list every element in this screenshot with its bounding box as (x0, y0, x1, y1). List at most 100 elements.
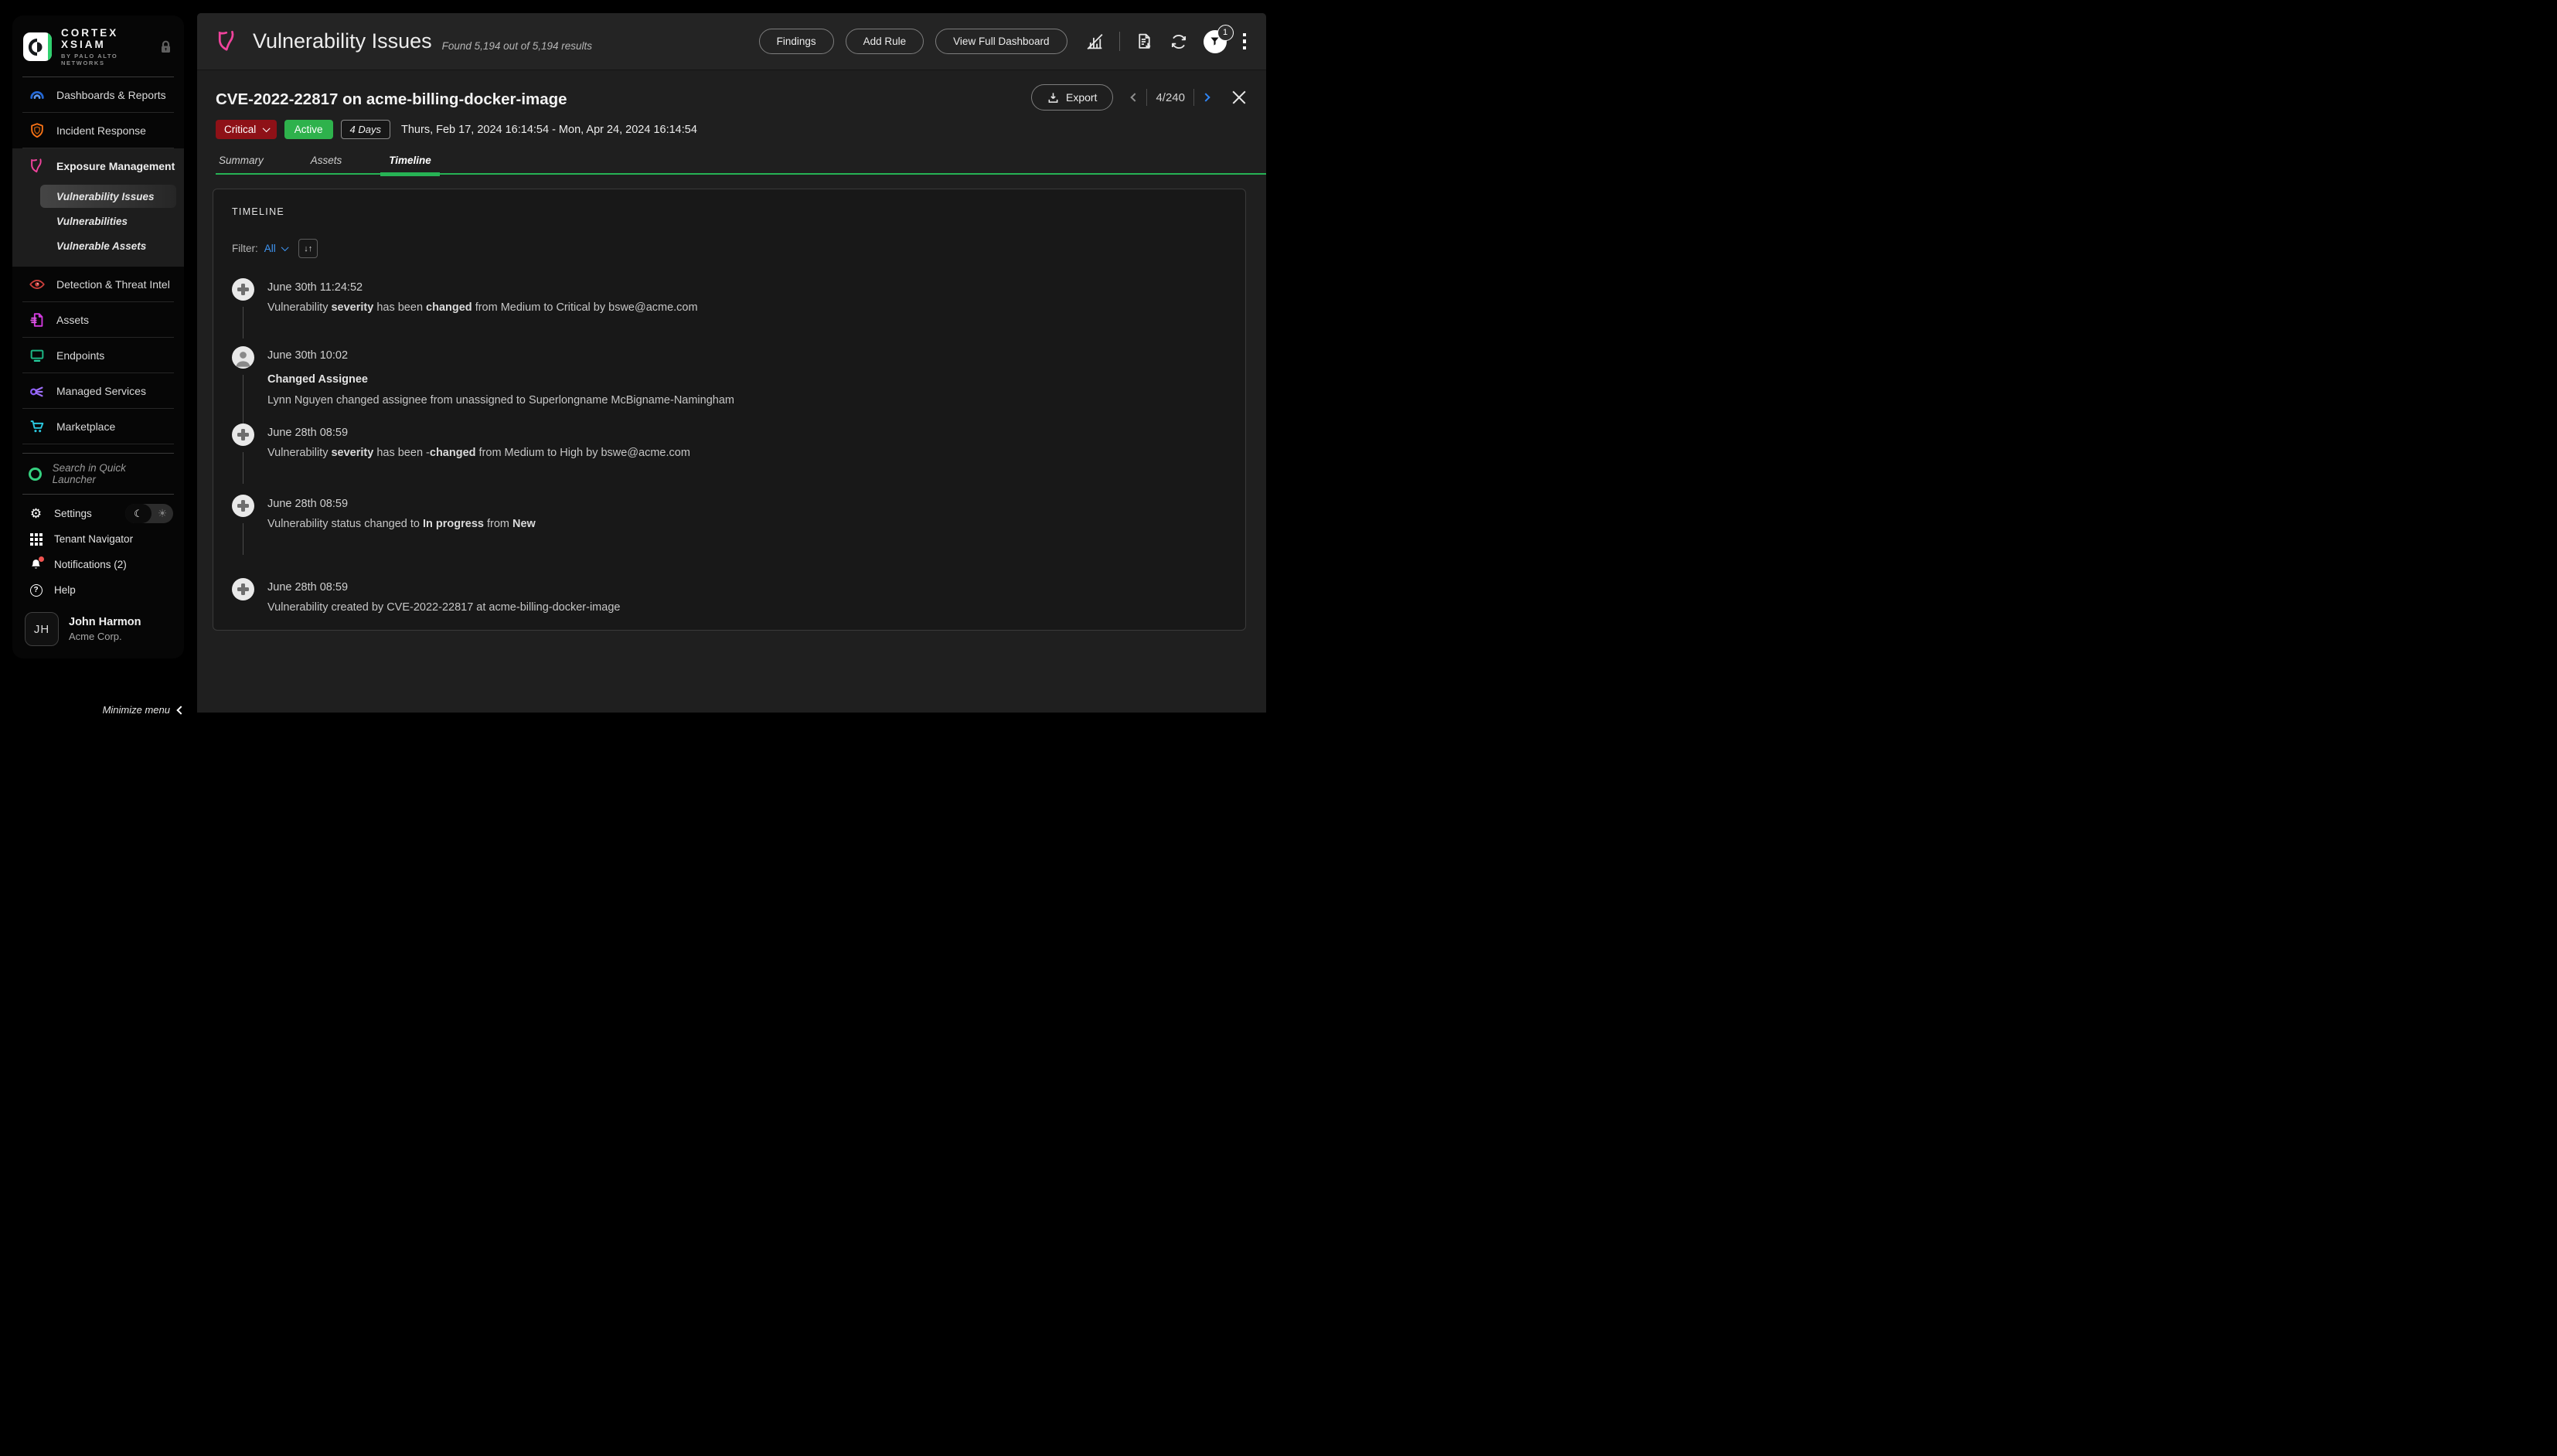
sidebar-panel: CORTEX XSIAM BY PALO ALTO NETWORKS Dashb… (12, 15, 184, 658)
document-icon (29, 311, 46, 328)
timeline-entries: June 30th 11:24:52 Vulnerability severit… (232, 281, 1227, 614)
sidebar-item-tenant-navigator[interactable]: Tenant Navigator (12, 526, 184, 552)
header-actions: Findings Add Rule View Full Dashboard (759, 29, 1248, 54)
sidebar-item-help[interactable]: ? Help (12, 577, 184, 603)
refresh-icon[interactable] (1169, 32, 1189, 52)
timeline-card: TIMELINE Filter: All ↓↑ June 30th 11:24:… (213, 189, 1246, 631)
filter-label: Filter: (232, 243, 258, 254)
sidebar-item-vulnerabilities[interactable]: Vulnerabilities (40, 209, 176, 233)
sidebar-item-exposure-management[interactable]: Exposure Management (12, 148, 184, 183)
moon-icon[interactable]: ☾ (125, 504, 152, 523)
sidebar-item-dashboards-reports[interactable]: Dashboards & Reports (12, 77, 184, 112)
tab-assets[interactable]: Assets (309, 155, 344, 175)
page-title: Vulnerability Issues (253, 29, 432, 53)
divider (1146, 89, 1147, 106)
sort-button[interactable]: ↓↑ (298, 239, 318, 258)
sidebar-item-vulnerability-issues[interactable]: Vulnerability Issues (40, 185, 176, 208)
cortex-logo-glyph (28, 38, 46, 56)
add-rule-button[interactable]: Add Rule (846, 29, 924, 54)
sidebar-item-managed-services[interactable]: Managed Services (12, 373, 184, 408)
divider (1193, 89, 1194, 106)
sidebar-item-incident-response[interactable]: Incident Response (12, 113, 184, 148)
page-indicator: 4/240 (1156, 91, 1185, 104)
entry-description: Vulnerability severity has been -changed… (267, 447, 1227, 459)
findings-button[interactable]: Findings (759, 29, 834, 54)
sidebar-item-notifications[interactable]: Notifications (2) (12, 552, 184, 577)
results-count: Found 5,194 out of 5,194 results (442, 31, 592, 52)
timeline-entry: June 30th 11:24:52 Vulnerability severit… (232, 281, 1227, 314)
report-export-icon[interactable] (1135, 32, 1154, 51)
logo-row: CORTEX XSIAM BY PALO ALTO NETWORKS (12, 15, 184, 77)
timeline-filter-row: Filter: All ↓↑ (232, 239, 1227, 258)
export-button[interactable]: Export (1031, 84, 1113, 111)
logo-title: CORTEX XSIAM (61, 27, 160, 50)
sidebar-group-exposure-management: Exposure Management Vulnerability Issues… (12, 148, 184, 267)
entry-time: June 30th 10:02 (267, 349, 1227, 362)
tab-summary[interactable]: Summary (217, 155, 265, 175)
view-full-dashboard-button[interactable]: View Full Dashboard (935, 29, 1067, 54)
sidebar-item-vulnerable-assets[interactable]: Vulnerable Assets (40, 234, 176, 257)
tenant-navigator-label: Tenant Navigator (54, 533, 133, 545)
settings-label: Settings (54, 508, 92, 519)
user-profile[interactable]: JH John Harmon Acme Corp. (12, 603, 184, 658)
download-icon (1047, 92, 1059, 104)
notification-dot (39, 556, 44, 562)
plus-icon (232, 495, 254, 517)
notifications-label: Notifications (2) (54, 559, 127, 570)
sidebar-item-endpoints[interactable]: Endpoints (12, 338, 184, 373)
tab-timeline[interactable]: Timeline (387, 155, 433, 175)
share-node-icon (29, 383, 46, 400)
theme-toggle[interactable]: ☾ ☀ (125, 504, 173, 523)
sidebar-item-label: Managed Services (56, 385, 146, 397)
quick-launcher-icon (29, 468, 42, 481)
chevron-left-icon (176, 706, 185, 714)
sidebar-item-label: Dashboards & Reports (56, 89, 166, 101)
avatar-icon (232, 346, 254, 369)
filter-funnel-icon[interactable]: 1 (1204, 30, 1227, 53)
gear-icon: ⚙ (29, 507, 43, 520)
sidebar-item-detection-threat-intel[interactable]: Detection & Threat Intel (12, 267, 184, 301)
plus-icon (232, 278, 254, 301)
main-area: Vulnerability Issues Found 5,194 out of … (197, 13, 1266, 713)
help-label: Help (54, 584, 76, 596)
status-badge: Active (284, 120, 333, 139)
gauge-icon (29, 87, 46, 104)
sidebar-item-settings[interactable]: ⚙ Settings ☾ ☀ (12, 501, 184, 526)
minimize-menu-button[interactable]: Minimize menu (0, 704, 184, 716)
sun-icon[interactable]: ☀ (152, 504, 173, 523)
shield-orange-icon (29, 122, 46, 139)
minimize-menu-label: Minimize menu (103, 704, 170, 716)
plus-icon (232, 424, 254, 446)
quick-launcher[interactable]: Search in Quick Launcher (12, 454, 184, 494)
severity-label: Critical (224, 124, 256, 135)
prev-page-icon[interactable] (1131, 93, 1139, 101)
quick-launcher-label: Search in Quick Launcher (53, 462, 168, 485)
issue-detail-header: CVE-2022-22817 on acme-billing-docker-im… (197, 70, 1266, 175)
sidebar-item-marketplace[interactable]: Marketplace (12, 409, 184, 444)
entry-title: Changed Assignee (267, 373, 1227, 386)
chevron-down-icon (263, 124, 270, 131)
entry-description: Lynn Nguyen changed assignee from unassi… (267, 394, 1227, 407)
help-icon: ? (29, 584, 43, 597)
page-header: Vulnerability Issues Found 5,194 out of … (197, 13, 1266, 70)
sidebar-subitem-label: Vulnerable Assets (56, 240, 146, 252)
export-label: Export (1066, 91, 1097, 104)
lock-icon (160, 40, 172, 53)
divider (1119, 32, 1120, 51)
sidebar: CORTEX XSIAM BY PALO ALTO NETWORKS Dashb… (0, 0, 195, 728)
close-icon[interactable] (1231, 89, 1248, 106)
entry-description: Vulnerability status changed to In progr… (267, 518, 1227, 530)
kebab-menu-icon[interactable] (1241, 32, 1248, 52)
sidebar-item-label: Marketplace (56, 420, 115, 433)
severity-badge[interactable]: Critical (216, 120, 277, 139)
plus-icon (232, 578, 254, 600)
filter-dropdown[interactable]: All (264, 243, 287, 254)
monitor-icon (29, 347, 46, 364)
entry-time: June 28th 08:59 (267, 498, 1227, 510)
chevron-down-icon (281, 243, 288, 250)
chart-disabled-icon[interactable] (1085, 32, 1105, 51)
detail-tabs: Summary Assets Timeline (216, 155, 1248, 175)
sidebar-item-assets[interactable]: Assets (12, 302, 184, 337)
header-icon-cluster: 1 (1085, 30, 1248, 53)
next-page-icon[interactable] (1201, 93, 1210, 101)
